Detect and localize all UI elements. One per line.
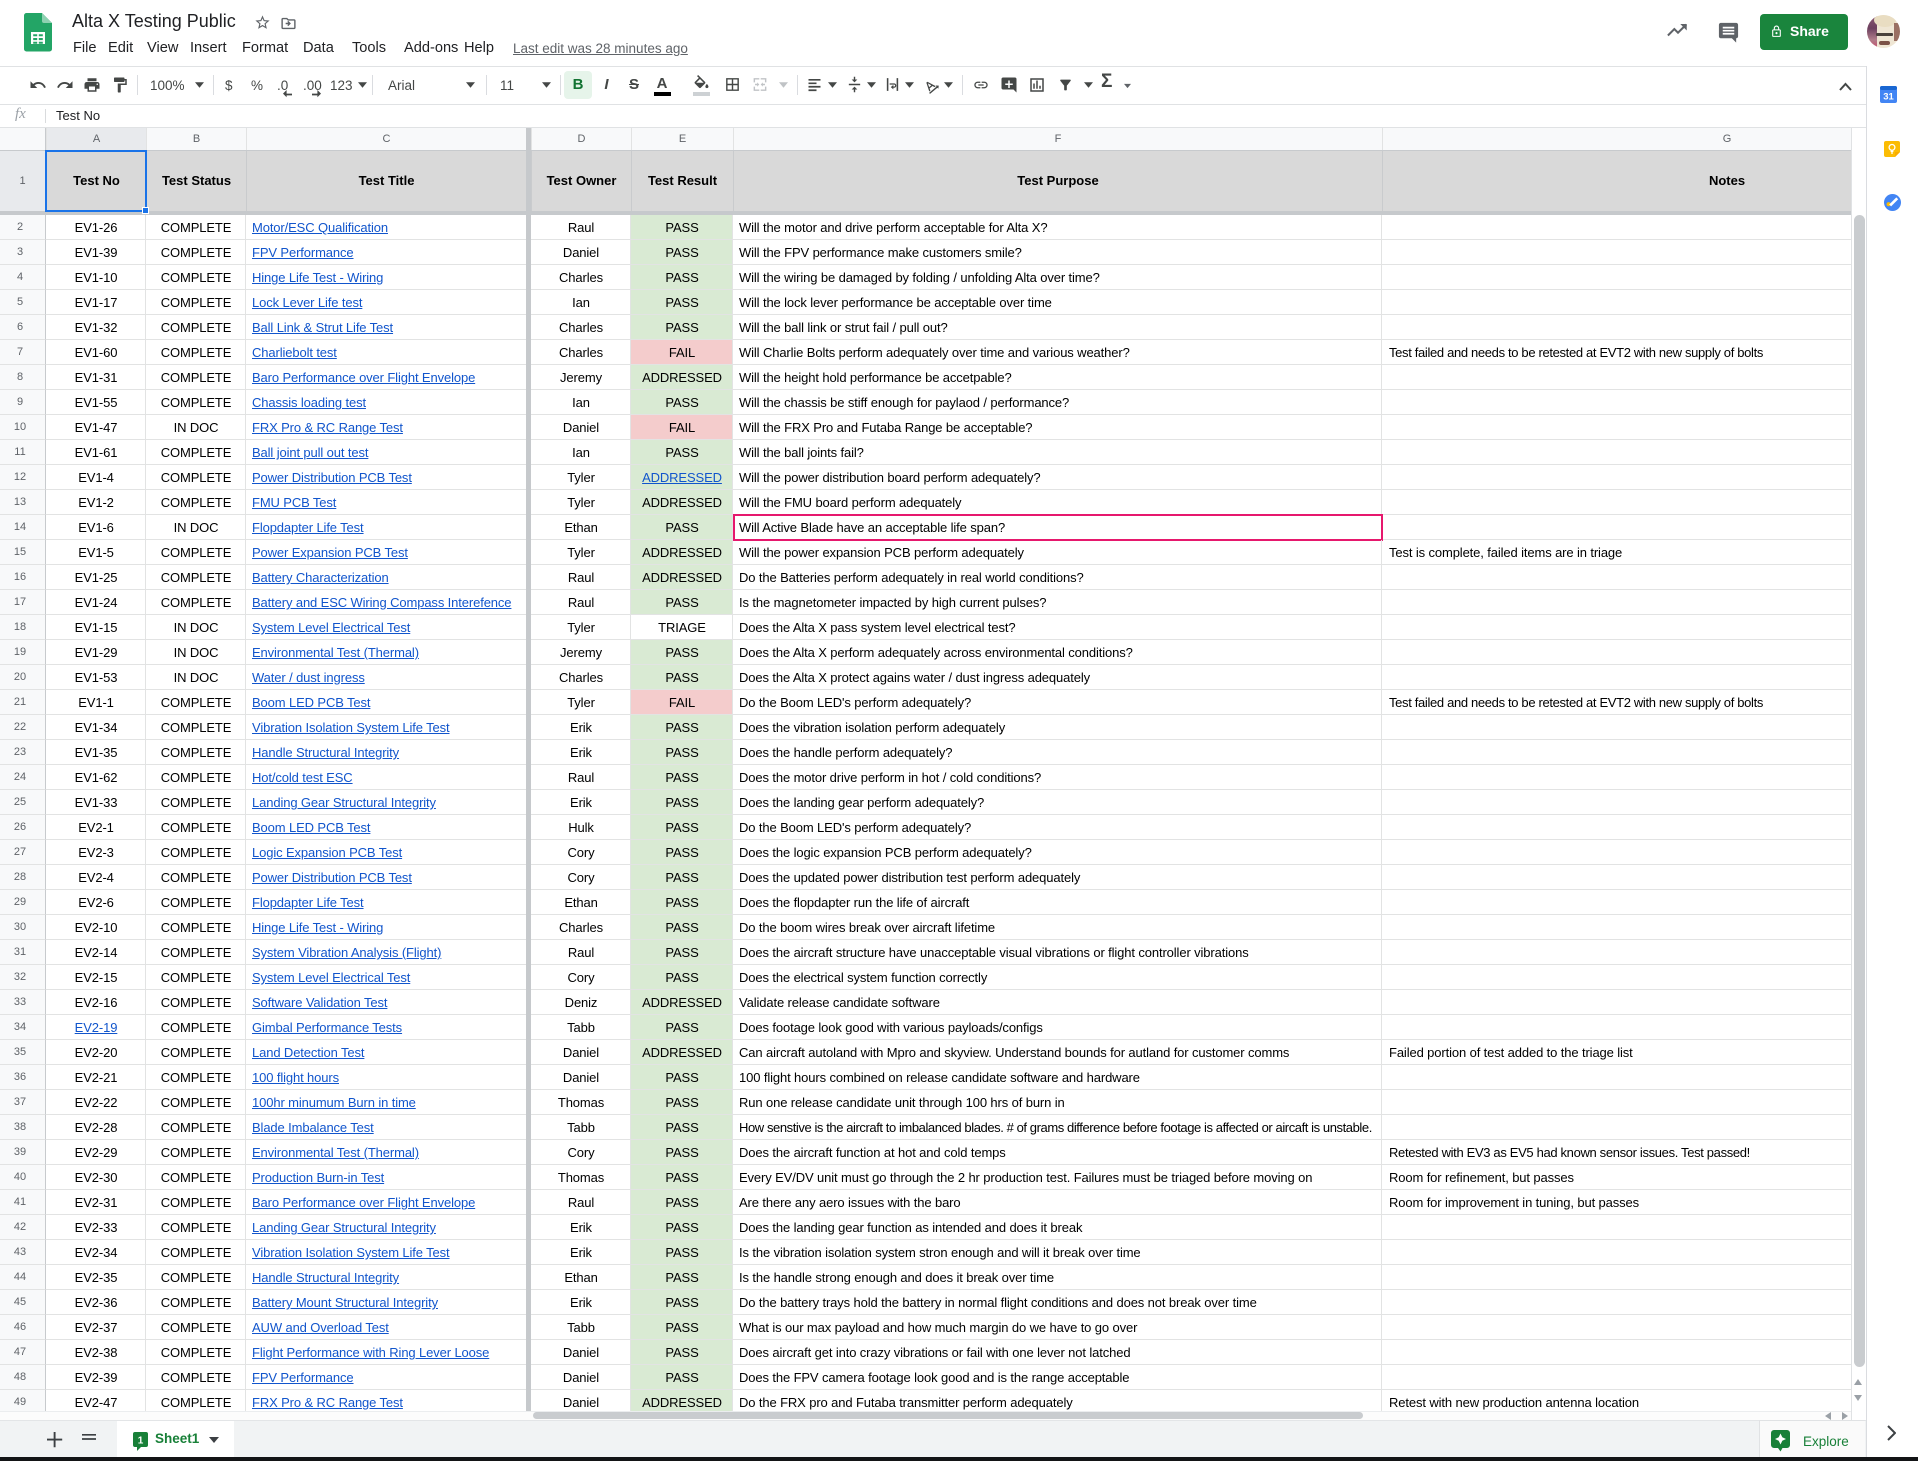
svg-text:31: 31 [1883, 92, 1894, 103]
svg-text:1: 1 [138, 1436, 144, 1447]
